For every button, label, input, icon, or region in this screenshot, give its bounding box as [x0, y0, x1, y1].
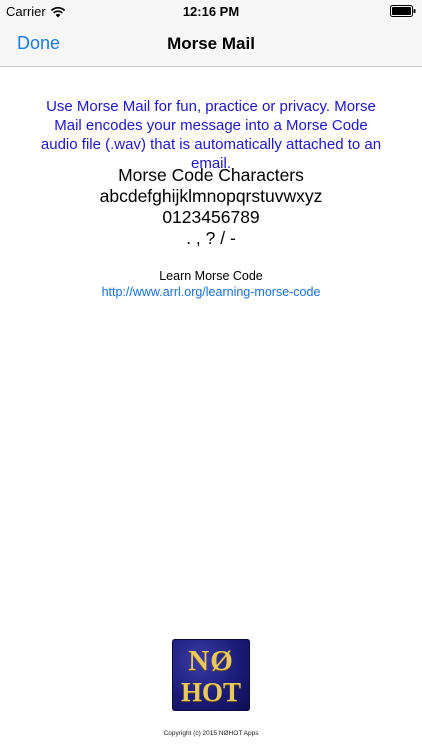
- characters-heading: Morse Code Characters: [118, 165, 304, 185]
- characters-digits: 0123456789: [162, 207, 260, 227]
- learn-morse-link[interactable]: http://www.arrl.org/learning-morse-code: [0, 284, 422, 300]
- status-time: 12:16 PM: [182, 4, 240, 19]
- copyright-text: Copyright (c) 2015 NØHOT Apps: [163, 730, 259, 737]
- navigation-bar: Done Morse Mail: [0, 22, 422, 67]
- learn-title: Learn Morse Code: [159, 269, 263, 283]
- logo-line-2: HOT: [180, 677, 241, 707]
- page-title: Morse Mail: [167, 34, 255, 53]
- battery-icon: [390, 5, 416, 17]
- nohot-logo: NØ HOT: [172, 639, 250, 711]
- morse-characters-section: Morse Code Characters abcdefghijklmnopqr…: [0, 165, 422, 249]
- intro-text: Use Morse Mail for fun, practice or priv…: [40, 98, 382, 172]
- screen: Carrier 12:16 PM Done Morse Mail Use Mor…: [0, 0, 422, 750]
- characters-punctuation: . , ? / -: [186, 228, 236, 248]
- learn-section: Learn Morse Code http://www.arrl.org/lea…: [0, 268, 422, 300]
- status-bar: Carrier 12:16 PM: [0, 0, 422, 22]
- logo-line-1: NØ: [188, 645, 234, 677]
- characters-letters: abcdefghijklmnopqrstuvwxyz: [99, 186, 323, 206]
